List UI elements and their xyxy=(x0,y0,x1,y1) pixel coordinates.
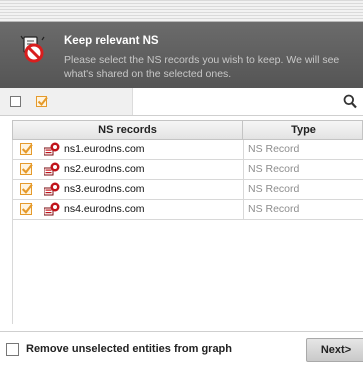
column-header-type[interactable]: Type xyxy=(243,121,363,139)
checkmark-icon xyxy=(37,96,48,107)
remove-unselected-label[interactable]: Remove unselected entities from graph xyxy=(26,343,232,355)
row-checkbox[interactable] xyxy=(20,183,33,195)
header-title: Keep relevant NS xyxy=(64,35,159,47)
checkmark-icon xyxy=(21,183,33,194)
ns-record-name: ns4.eurodns.com xyxy=(64,203,145,215)
ns-record-type: NS Record xyxy=(243,140,363,159)
search-icon[interactable] xyxy=(343,94,357,109)
column-header-ns-records[interactable]: NS records xyxy=(13,121,243,139)
ns-record-type: NS Record xyxy=(243,180,363,199)
ns-record-name: ns2.eurodns.com xyxy=(64,163,145,175)
ns-record-type: NS Record xyxy=(243,160,363,179)
table-row[interactable]: ns3.eurodns.com NS Record xyxy=(12,180,363,200)
wizard-footer: Remove unselected entities from graph Ne… xyxy=(0,331,363,366)
table-row[interactable]: ns4.eurodns.com NS Record xyxy=(12,200,363,220)
checkmark-icon xyxy=(21,163,33,174)
header-description: Please select the NS records you wish to… xyxy=(64,54,340,80)
row-checkbox[interactable] xyxy=(20,163,33,175)
next-button[interactable]: Next> xyxy=(306,338,363,362)
ns-record-icon xyxy=(44,142,60,156)
ns-record-name: ns3.eurodns.com xyxy=(64,183,145,195)
ns-record-type: NS Record xyxy=(243,200,363,219)
select-none-checkbox[interactable] xyxy=(10,96,21,107)
ns-record-name: ns1.eurodns.com xyxy=(64,143,145,155)
ns-record-icon xyxy=(44,162,60,176)
table-row[interactable]: ns2.eurodns.com NS Record xyxy=(12,160,363,180)
wizard-header: Keep relevant NS Please select the NS re… xyxy=(0,22,363,88)
ns-record-icon xyxy=(44,182,60,196)
checkmark-icon xyxy=(21,143,33,154)
select-all-checkbox[interactable] xyxy=(36,96,48,107)
checkmark-icon xyxy=(21,203,33,214)
row-checkbox[interactable] xyxy=(20,203,33,215)
selection-toggles xyxy=(0,88,133,115)
search-input[interactable] xyxy=(134,88,340,115)
ns-record-list: ns1.eurodns.com NS Record ns2.eurodns.co… xyxy=(12,140,363,220)
row-checkbox[interactable] xyxy=(20,143,33,155)
filter-bar xyxy=(0,88,363,116)
window-titlebar[interactable] xyxy=(0,0,363,22)
table-row[interactable]: ns1.eurodns.com NS Record xyxy=(12,140,363,160)
table-header: NS records Type xyxy=(12,120,363,140)
ns-record-icon xyxy=(44,202,60,216)
no-entity-icon xyxy=(20,35,45,63)
remove-unselected-checkbox[interactable] xyxy=(6,343,19,356)
